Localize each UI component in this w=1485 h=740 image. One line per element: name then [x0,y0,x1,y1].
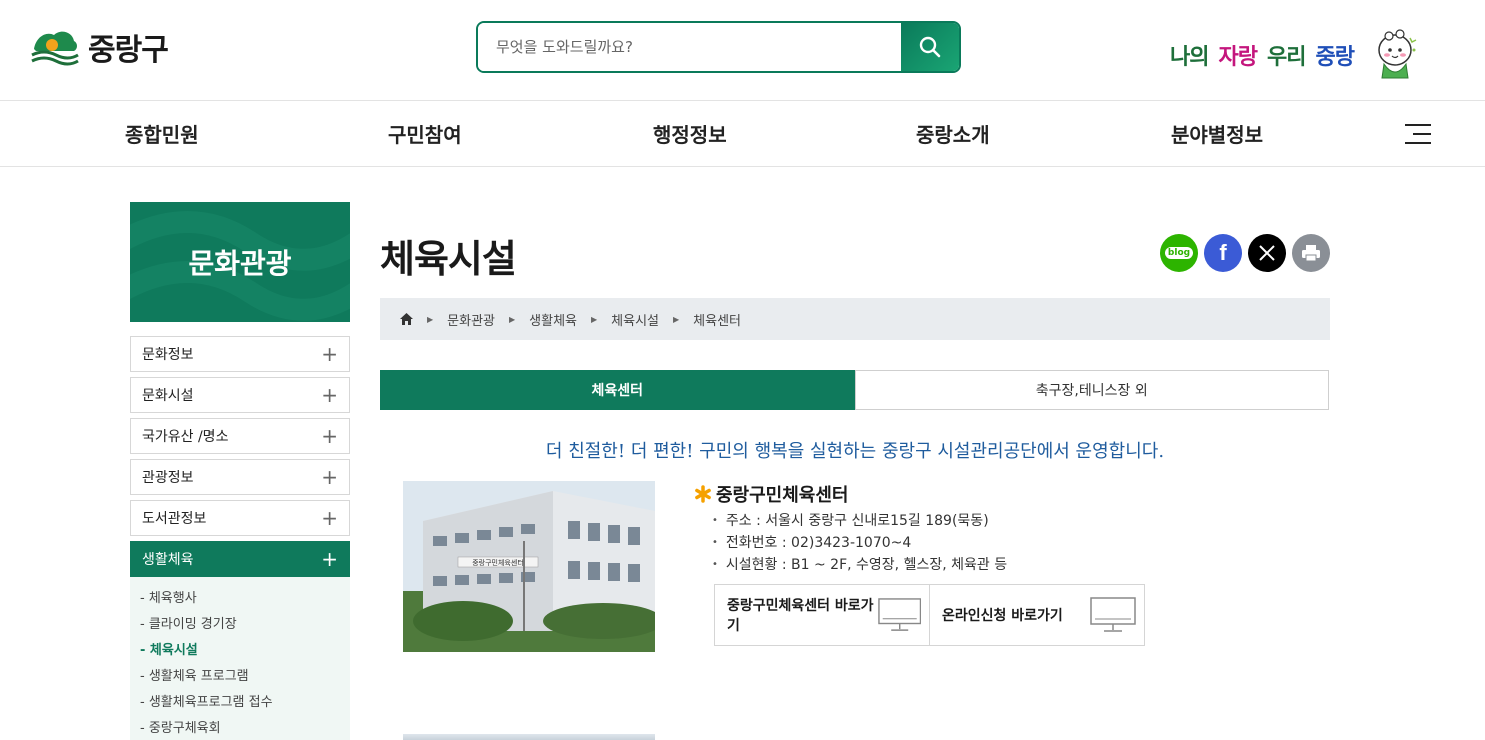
plus-icon: + [321,547,338,571]
search-button[interactable] [901,23,959,71]
sub-item-sports-council[interactable]: - 중랑구체육회 [130,713,350,739]
asterisk-icon [695,485,711,503]
search-icon [919,36,941,58]
plus-icon: + [321,383,338,407]
site-logo[interactable]: 중랑구 [30,22,169,72]
menu-icon[interactable] [1405,123,1431,145]
breadcrumb-separator-icon: ▶ [673,314,680,324]
side-item-label: 문화정보 [142,347,194,363]
gnb-item-civil-service[interactable]: 종합민원 [125,119,199,148]
blog-icon: blog [1164,247,1194,259]
side-title-text: 문화관광 [188,247,292,280]
side-item-label: 생활체육 [142,552,194,568]
main-navigation: 종합민원 구민참여 행정정보 중랑소개 분야별정보 [0,101,1485,167]
plus-icon: + [321,342,338,366]
side-item-culture-facility[interactable]: 문화시설 + [130,377,350,413]
side-item-culture-info[interactable]: 문화정보 + [130,336,350,372]
breadcrumb-item[interactable]: 문화관광 [447,310,495,329]
sub-item-sports-program[interactable]: - 생활체육 프로그램 [130,661,350,687]
link-label: 중랑구민체육센터 바로가기 [727,598,874,634]
monitor-icon [1090,597,1136,632]
facility-phone: 전화번호 : 02)3423-1070~4 [712,531,1007,553]
plus-icon: + [321,506,338,530]
logo-text: 중랑구 [88,33,169,68]
side-item-label: 문화시설 [142,388,194,404]
plus-icon: + [321,465,338,489]
sports-center-link-button[interactable]: 중랑구민체육센터 바로가기 [715,585,929,645]
tab-soccer-tennis[interactable]: 축구장,테니스장 외 [854,370,1329,410]
side-item-library[interactable]: 도서관정보 + [130,500,350,536]
breadcrumb-item[interactable]: 생활체육 [529,310,577,329]
slogan-word-3: 우리 [1266,45,1306,70]
facility-name-text: 중랑구민체육센터 [716,485,849,506]
print-button[interactable] [1292,234,1330,272]
tab-sports-center[interactable]: 체육센터 [380,370,855,410]
sports-sub-menu: - 체육행사 - 클라이밍 경기장 - 체육시설 - 생활체육 프로그램 - 생… [130,577,350,740]
sub-item-program-signup[interactable]: - 생활체육프로그램 접수 [130,687,350,713]
facility-address: 주소 : 서울시 중랑구 신내로15길 189(묵동) [712,509,1007,531]
mascot-icon [1378,29,1417,79]
site-header: 중랑구 나의 자랑 우리 중랑 [0,0,1485,101]
side-item-label: 관광정보 [142,470,194,486]
side-item-label: 국가유산 /명소 [142,429,229,445]
gnb-item-participation[interactable]: 구민참여 [388,119,462,148]
gnb-item-about[interactable]: 중랑소개 [916,119,990,148]
x-share-button[interactable] [1248,234,1286,272]
facility-status: 시설현황 : B1 ~ 2F, 수영장, 헬스장, 체육관 등 [712,553,1007,575]
side-menu-title: 문화관광 [130,202,350,322]
home-icon[interactable] [400,313,413,325]
breadcrumb-separator-icon: ▶ [427,314,434,324]
breadcrumb-item[interactable]: 체육시설 [611,310,659,329]
facebook-share-button[interactable]: f [1204,234,1242,272]
x-icon [1259,245,1275,261]
facility-photo: 중랑구민체육센터 [403,481,655,652]
print-icon [1302,245,1320,262]
gnb-item-admin-info[interactable]: 행정정보 [653,119,727,148]
slogan: 나의 자랑 우리 중랑 [1170,28,1420,82]
sub-item-climbing[interactable]: - 클라이밍 경기장 [130,609,350,635]
breadcrumb-separator-icon: ▶ [591,314,598,324]
monitor-icon [877,598,921,631]
facility-info-list: 주소 : 서울시 중랑구 신내로15길 189(묵동) 전화번호 : 02)34… [712,509,1007,575]
sub-item-sports-facility[interactable]: - 체육시설 [130,635,350,661]
facility-tabs: 체육센터 축구장,테니스장 외 [380,370,1329,410]
intro-text: 더 친절한! 더 편한! 구민의 행복을 실현하는 중랑구 시설관리공단에서 운… [545,441,1165,462]
facility-photo-2 [403,734,655,740]
slogan-word-4: 중랑 [1315,45,1354,70]
search-input[interactable] [478,23,901,71]
plus-icon: + [321,424,338,448]
jungnang-logo-icon [31,31,79,66]
sub-item-sports-event[interactable]: - 체육행사 [130,583,350,609]
breadcrumb-separator-icon: ▶ [509,314,516,324]
blog-share-button[interactable]: blog [1160,234,1198,272]
slogan-word-2: 자랑 [1218,45,1257,70]
side-item-tourism[interactable]: 관광정보 + [130,459,350,495]
slogan-word-1: 나의 [1170,45,1209,70]
side-item-heritage[interactable]: 국가유산 /명소 + [130,418,350,454]
gnb-item-field-info[interactable]: 분야별정보 [1171,119,1263,148]
side-item-label: 도서관정보 [142,511,207,527]
online-application-link-button[interactable]: 온라인신청 바로가기 [929,585,1144,645]
facebook-icon: f [1219,240,1227,265]
page-title: 체육시설 [380,237,517,281]
breadcrumb: ▶ 문화관광 ▶ 생활체육 ▶ 체육시설 ▶ 체육센터 [380,298,1330,340]
side-item-sports[interactable]: 생활체육 + [130,541,350,577]
breadcrumb-item[interactable]: 체육센터 [693,310,741,329]
building-sign-text: 중랑구민체육센터 [472,558,524,567]
facility-name: 중랑구민체육센터 [694,481,848,507]
facility-links: 중랑구민체육센터 바로가기 온라인신청 바로가기 [714,584,1145,646]
search-bar [476,21,961,73]
share-buttons: blog f [1160,234,1330,272]
side-menu: 문화정보 + 문화시설 + 국가유산 /명소 + 관광정보 + 도서관정보 + … [130,336,350,740]
link-label: 온라인신청 바로가기 [942,608,1063,624]
